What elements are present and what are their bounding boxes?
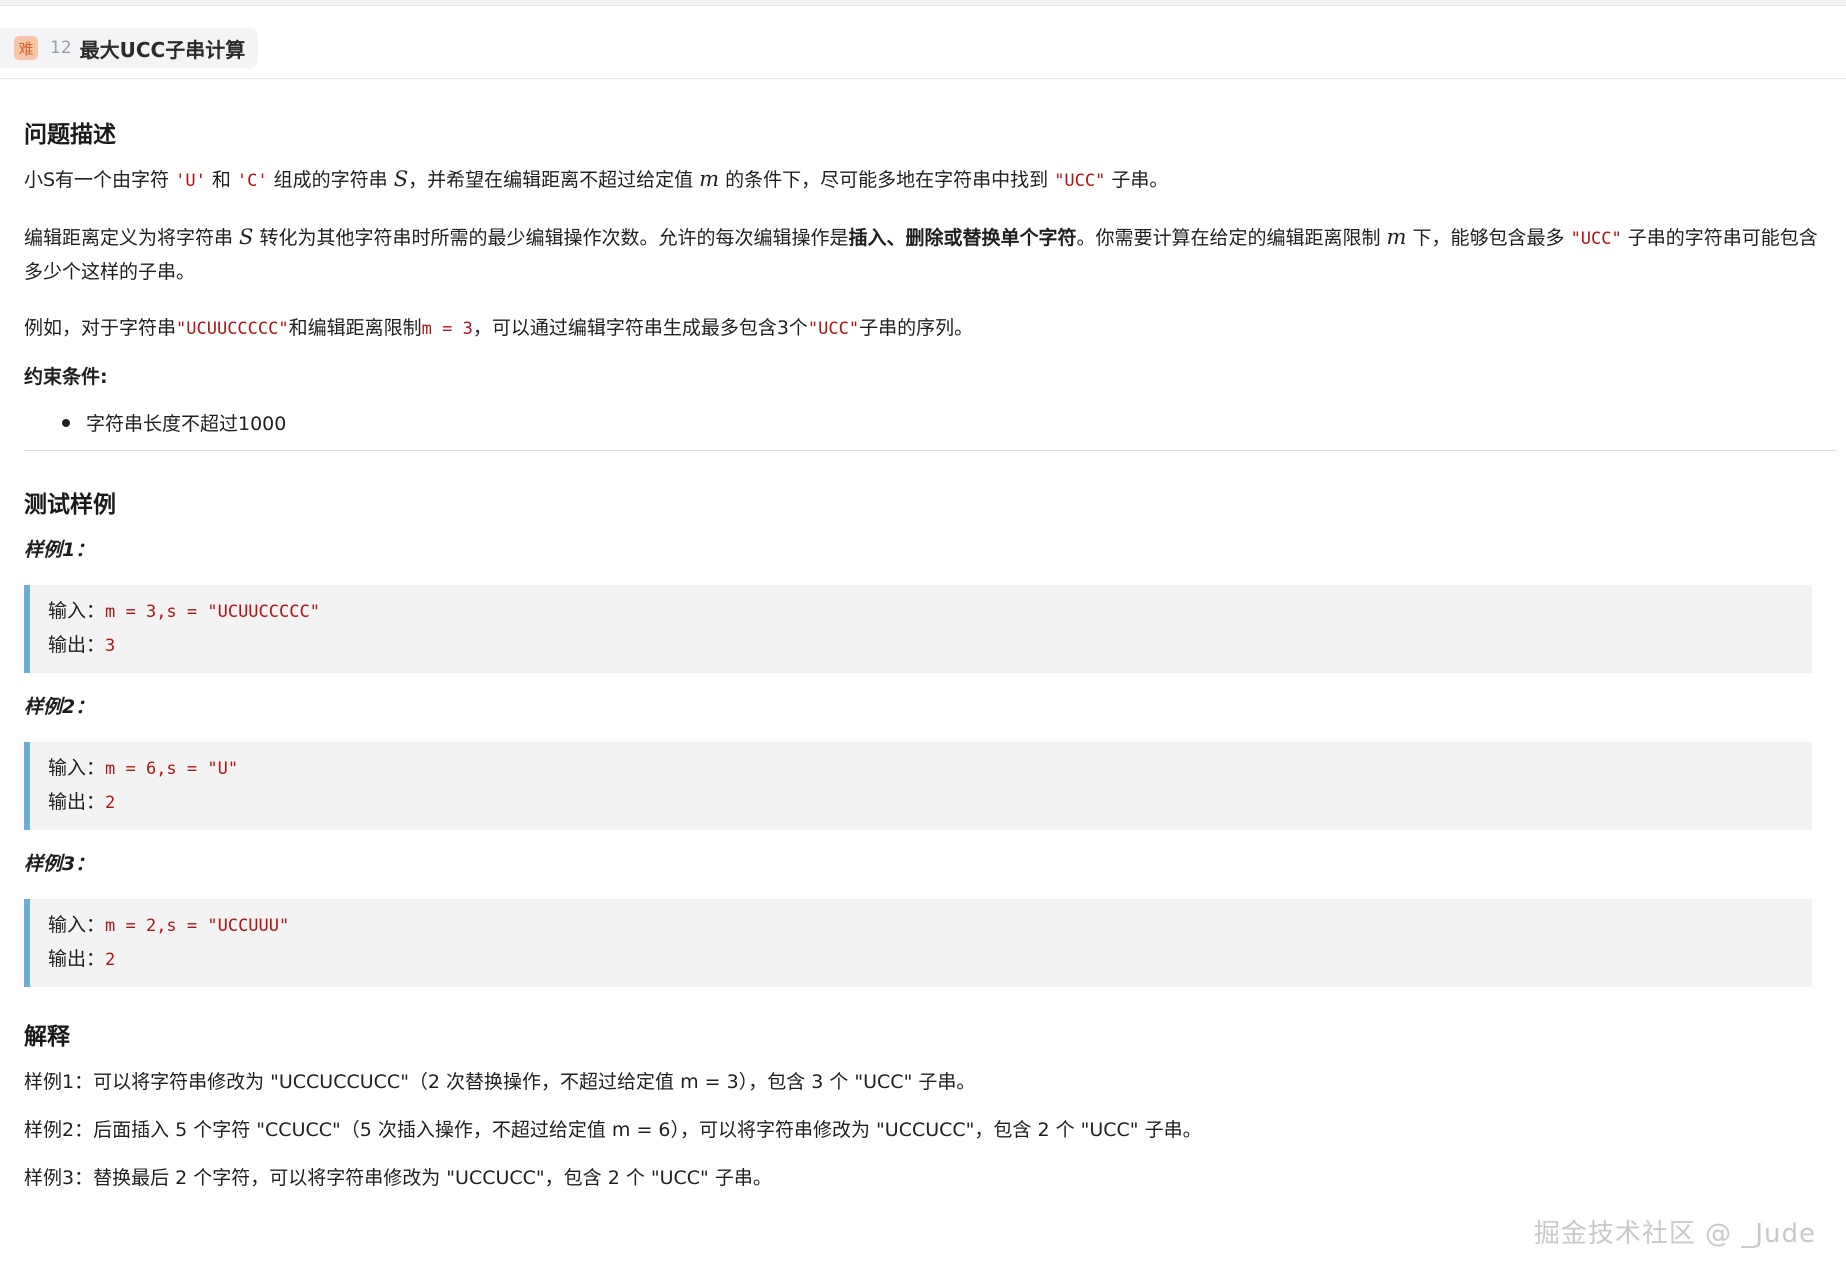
explanation-line: 样例1：可以将字符串修改为 "UCCUCCUCC"（2 次替换操作，不超过给定值… [24,1071,976,1093]
inline-code: "UCC" [807,319,860,339]
sample-output-line: 输出：2 [48,786,1794,820]
text: ，并希望在编辑距离不超过给定值 [408,169,700,191]
input-label: 输入： [48,600,106,622]
inline-code: "UCC" [1570,229,1622,249]
sample-output-line: 输出：2 [48,943,1794,977]
explanation-line: 样例2：后面插入 5 个字符 "CCUCC"（5 次插入操作，不超过给定值 m … [24,1119,1202,1141]
inline-code: "UCUUCCCCC" [176,319,289,339]
text: 转化为其他字符串时所需的最少编辑操作次数。允许的每次编辑操作是 [253,227,849,249]
watermark: 掘金技术社区 @ _Jude [1533,1219,1816,1249]
text: 。你需要计算在给定的编辑距离限制 [1076,227,1387,249]
sample-label: 样例1： [24,539,95,561]
text: 子串。 [1105,169,1169,191]
inline-code: m = 3 [421,319,473,339]
explanation-heading: 解释 [24,1024,70,1050]
math-symbol: S [239,225,254,249]
text: 组成的字符串 [267,169,394,191]
text: 子串的序列。 [859,317,974,339]
description-paragraph-1: 小S有一个由字符 'U' 和 'C' 组成的字符串 S，并希望在编辑距离不超过给… [24,163,1836,198]
text: 下，能够包含最多 [1406,227,1571,249]
math-symbol: m [699,167,720,191]
sample-input-line: 输入：m = 6,s = "U" [48,752,1794,786]
output-label: 输出： [48,634,106,656]
output-label: 输出： [48,791,106,813]
text: 例如，对于字符串 [24,317,177,339]
section-divider [24,450,1836,451]
difficulty-badge: 难 [14,36,38,60]
description-paragraph-3: 例如，对于字符串"UCUUCCCCC"和编辑距离限制m = 3，可以通过编辑字符… [24,312,1836,346]
text: 编辑距离定义为将字符串 [24,227,240,249]
inline-code: "UCC" [1054,171,1106,191]
problem-content: 问题描述 小S有一个由字符 'U' 和 'C' 组成的字符串 S，并希望在编辑距… [24,100,1836,1195]
sample-output-value: 2 [105,950,116,970]
inline-code: 'C' [236,171,268,191]
explanation-line: 样例3：替换最后 2 个字符，可以将字符串修改为 "UCCUCC"，包含 2 个… [24,1167,772,1189]
sample-label: 样例2： [24,696,95,718]
description-heading: 问题描述 [24,122,116,148]
output-label: 输出： [48,948,106,970]
sample-input-value: m = 2,s = "UCCUUU" [105,916,290,936]
description-paragraph-2: 编辑距离定义为将字符串 S 转化为其他字符串时所需的最少编辑操作次数。允许的每次… [24,221,1836,289]
text: 小S有一个由字符 [24,169,176,191]
text: 和编辑距离限制 [288,317,422,339]
bold-text: 插入、删除或替换单个字符 [848,227,1077,249]
sample-input-value: m = 6,s = "U" [105,759,239,779]
math-symbol: S [393,167,409,191]
question-header: 难 12 最大UCC子串计算 [0,6,1846,79]
bullet-icon [62,418,70,427]
sample-output-line: 输出：3 [48,629,1794,663]
sample-input-value: m = 3,s = "UCUUCCCCC" [105,602,320,622]
sample-input-line: 输入：m = 3,s = "UCUUCCCCC" [48,595,1794,629]
text: ，可以通过编辑字符串生成最多包含3个 [472,317,808,339]
constraints-heading: 约束条件: [24,366,108,388]
math-symbol: m [1386,225,1407,249]
text: 和 [205,169,237,191]
question-title-chip[interactable]: 难 12 最大UCC子串计算 [0,28,258,68]
sample-code-block: 输入：m = 6,s = "U" 输出：2 [24,742,1812,830]
input-label: 输入： [48,757,106,779]
text: 的条件下，尽可能多地在字符串中找到 [719,169,1055,191]
inline-code: 'U' [175,171,206,191]
question-number: 12 [50,38,72,58]
sample-label: 样例3： [24,853,95,875]
sample-output-value: 3 [105,636,116,656]
constraint-item: 字符串长度不超过1000 [24,409,1836,436]
samples-heading: 测试样例 [24,492,116,518]
sample-input-line: 输入：m = 2,s = "UCCUUU" [48,909,1794,943]
question-title: 最大UCC子串计算 [79,37,246,62]
constraint-text: 字符串长度不超过1000 [86,413,287,435]
sample-code-block: 输入：m = 3,s = "UCUUCCCCC" 输出：3 [24,585,1812,673]
sample-output-value: 2 [105,793,116,813]
sample-code-block: 输入：m = 2,s = "UCCUUU" 输出：2 [24,899,1812,987]
input-label: 输入： [48,914,106,936]
